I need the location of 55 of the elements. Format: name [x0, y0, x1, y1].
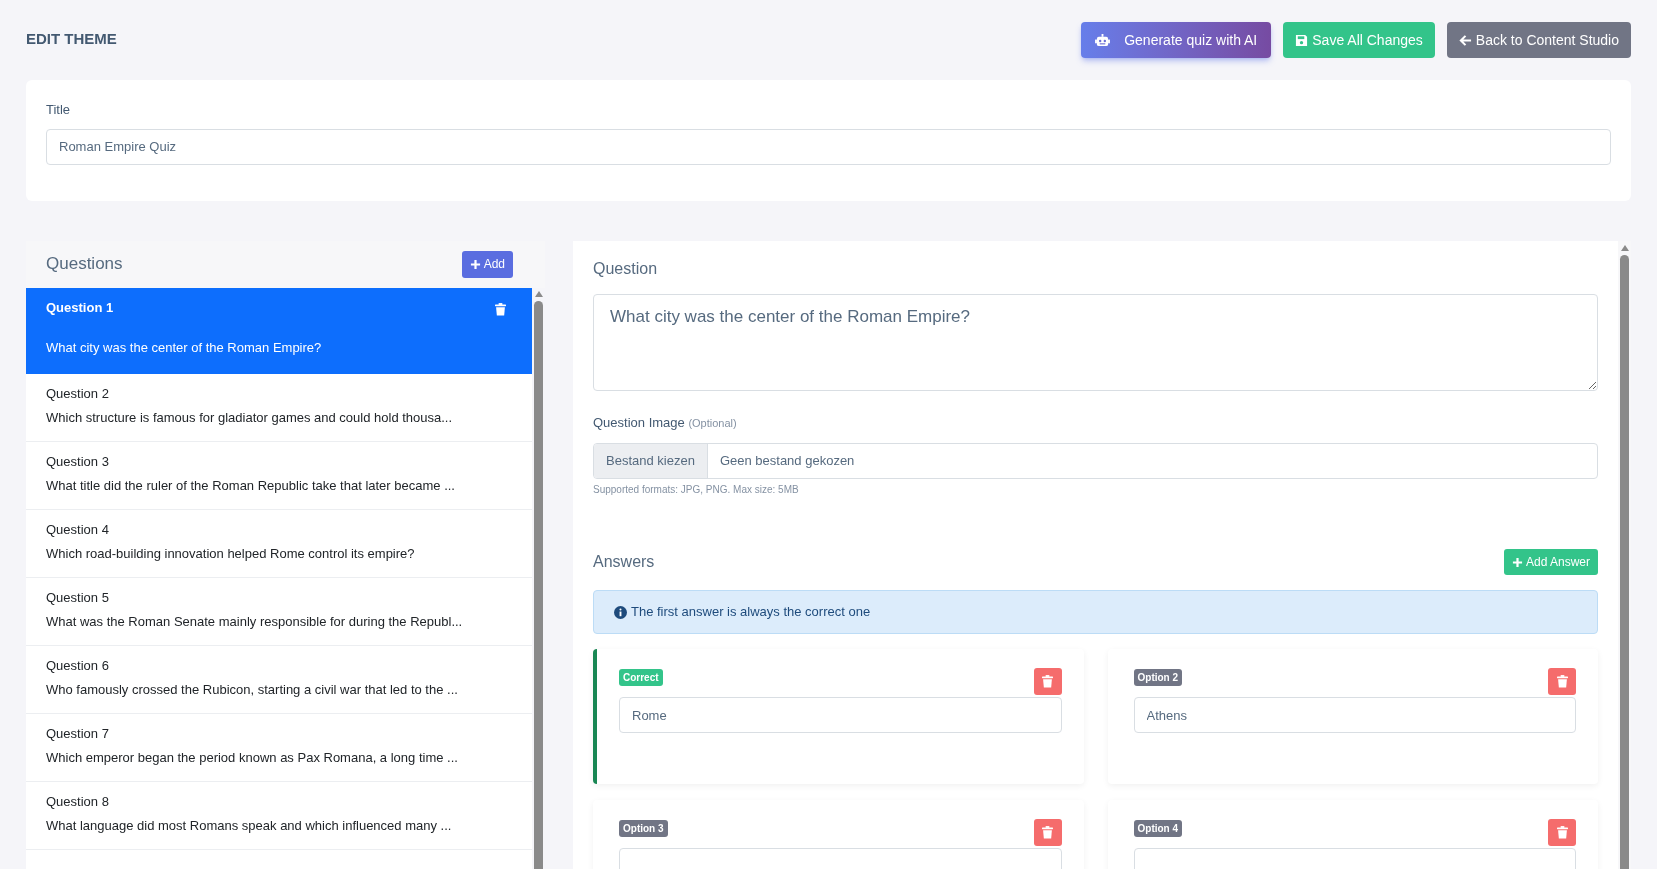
question-item[interactable]: Question 1 What city was the center of the Roman Empire?: [26, 287, 532, 374]
question-title: Question 4: [46, 520, 109, 539]
file-input[interactable]: Bestand kiezen Geen bestand gekozen: [593, 443, 1598, 479]
arrow-left-icon: [1458, 33, 1472, 47]
back-button[interactable]: Back to Content Studio: [1446, 22, 1631, 58]
title-input[interactable]: Roman Empire Quiz: [46, 128, 1611, 165]
delete-button[interactable]: [1033, 668, 1062, 695]
panel-heading: Questions: [46, 253, 123, 276]
answer-badge: Correct: [619, 669, 663, 686]
info-text: The first answer is always the correct one: [631, 603, 871, 622]
delete-button[interactable]: [1548, 668, 1576, 695]
delete-button[interactable]: [1548, 819, 1576, 846]
question-text: Which road-building innovation helped Rome control its empire?: [46, 545, 416, 563]
delete-button[interactable]: [1033, 819, 1062, 846]
trash-icon: [1042, 675, 1053, 688]
question-title: Question 2: [46, 384, 109, 403]
question-text: Which structure is famous for gladiator games and could hold thousa...: [46, 409, 454, 427]
add-button[interactable]: Add: [461, 250, 513, 278]
question-text: What was the Roman Senate mainly responsible for during the Republ...: [46, 613, 464, 631]
section-heading: Question: [593, 258, 659, 279]
question-text: Which emperor began the period known as Pax Romana, a long time ...: [46, 749, 459, 767]
question-title: Question 1: [46, 298, 114, 317]
section-heading: Answers: [593, 552, 655, 572]
question-text: What city was the center of the Roman Empire?: [46, 339, 323, 357]
ai-button[interactable]: Generate quiz with AI: [1081, 22, 1272, 58]
plus-icon: [469, 258, 481, 270]
question-title: Question 3: [46, 452, 109, 471]
field-label: Question Image (Optional): [593, 413, 738, 432]
answer-input[interactable]: Athens: [1133, 697, 1576, 733]
question-textarea[interactable]: What city was the center of the Roman Empire?: [593, 293, 1598, 391]
trash-icon: [1556, 675, 1568, 688]
question-text: What title did the ruler of the Roman Republic take that later became ...: [46, 477, 456, 495]
question-text: What language did most Romans speak and which influenced many ...: [46, 817, 453, 835]
scroll-up-icon: [1620, 244, 1629, 251]
info-icon: [614, 605, 627, 619]
answer-input[interactable]: Rome: [619, 697, 1062, 733]
scroll-up-icon: [534, 290, 543, 297]
field-label: Title: [46, 101, 72, 119]
answer-badge: Option 2: [1133, 669, 1183, 686]
answer-badge: Option 3: [619, 820, 668, 837]
trash-icon: [1556, 826, 1568, 839]
question-title: Question 7: [46, 724, 109, 743]
question-text: Who famously crossed the Rubicon, starting a civil war that led to the ...: [46, 681, 459, 699]
hint-text: Supported formats: JPG, PNG. Max size: 5MB: [593, 483, 800, 497]
plus-icon: [1511, 556, 1523, 568]
question-title: Question 5: [46, 588, 109, 607]
question-title: Question 6: [46, 656, 109, 675]
trash-icon[interactable]: [495, 302, 506, 316]
page-title: EDIT THEME: [26, 29, 117, 49]
answer-badge: Option 4: [1133, 820, 1183, 837]
scrollbar-thumb[interactable]: [1620, 254, 1629, 869]
trash-icon: [1042, 826, 1053, 839]
scrollbar-thumb[interactable]: [534, 300, 543, 869]
question-title: Question 8: [46, 792, 109, 811]
robot-icon: [1095, 33, 1111, 47]
